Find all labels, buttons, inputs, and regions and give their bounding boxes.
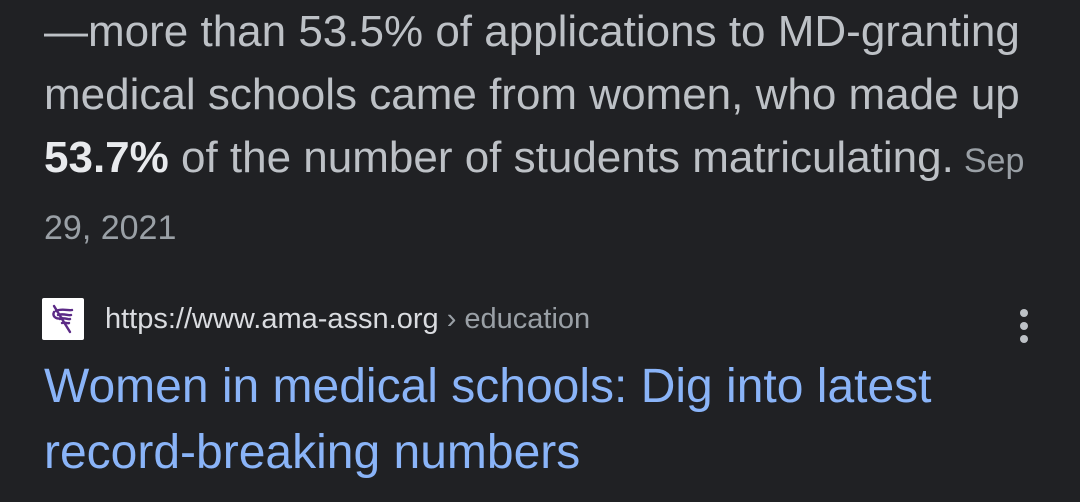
snippet-text: —more than 53.5% of applications to MD-g…: [44, 0, 1054, 260]
snippet-highlight: 53.7%: [44, 133, 169, 182]
featured-snippet: —more than 53.5% of applications to MD-g…: [44, 0, 1054, 260]
snippet-text-after: of the number of students matriculating.: [168, 133, 954, 182]
more-vert-icon[interactable]: [1008, 306, 1040, 346]
snippet-text-before: —more than 53.5% of applications to MD-g…: [44, 7, 1020, 119]
result-url-breadcrumb: › education: [438, 302, 591, 335]
result-title-link[interactable]: Women in medical schools: Dig into lates…: [44, 354, 1044, 486]
result-source-row[interactable]: https://www.ama-assn.org › education: [42, 298, 1042, 340]
ama-caduceus-logo-icon: [42, 298, 84, 340]
result-url-base: https://www.ama-assn.org: [105, 302, 439, 335]
result-url[interactable]: https://www.ama-assn.org › education: [105, 303, 590, 336]
